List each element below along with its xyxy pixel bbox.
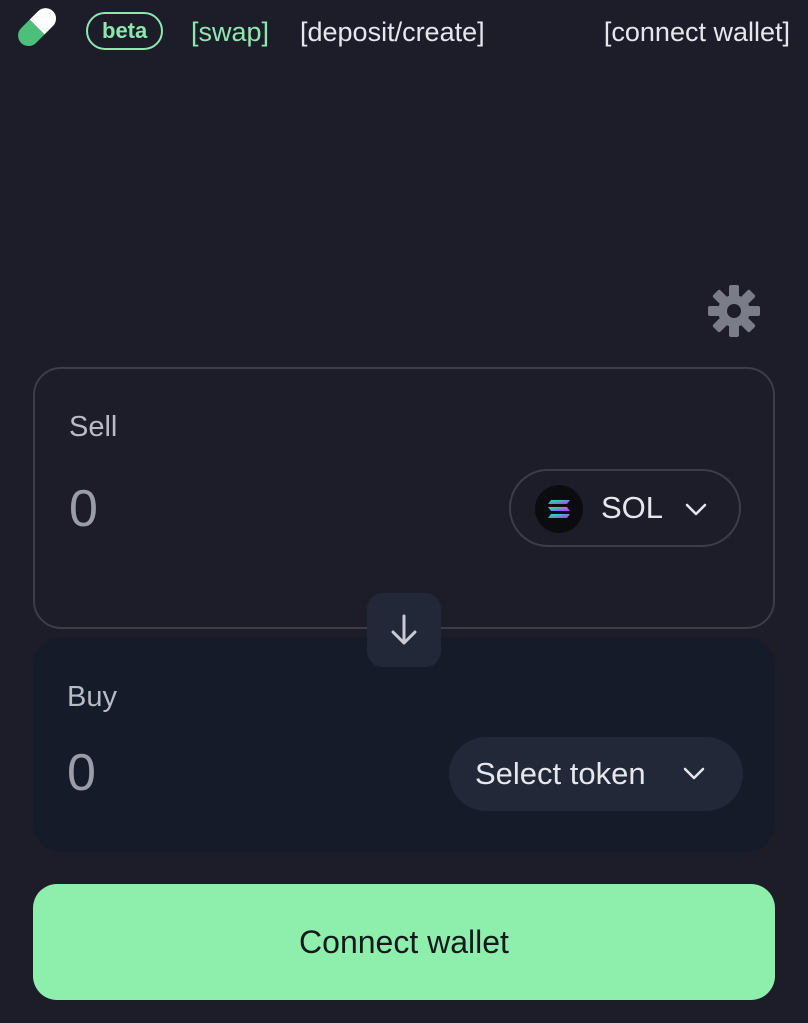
chevron-down-icon: [683, 767, 705, 780]
buy-token-select[interactable]: Select token: [449, 737, 743, 811]
sell-amount-input[interactable]: [69, 477, 399, 541]
sell-card: Sell SOL: [33, 367, 775, 629]
sell-token-select[interactable]: SOL: [509, 469, 741, 547]
buy-label: Buy: [67, 681, 117, 713]
settings-button[interactable]: [706, 283, 762, 339]
chevron-down-icon: [685, 503, 707, 516]
swap-direction-button[interactable]: [367, 593, 441, 667]
pill-logo-icon[interactable]: [16, 6, 68, 58]
beta-badge: beta: [86, 12, 164, 50]
buy-amount-input[interactable]: [67, 741, 397, 805]
nav-connect-wallet-link[interactable]: [connect wallet]: [604, 14, 790, 50]
sell-label: Sell: [69, 411, 118, 443]
buy-card: Buy Select token: [33, 637, 775, 852]
nav-swap-link[interactable]: [swap]: [191, 14, 269, 50]
sell-token-symbol: SOL: [601, 490, 664, 525]
connect-wallet-button[interactable]: Connect wallet: [33, 884, 775, 1000]
select-token-label: Select token: [475, 756, 646, 791]
top-nav: beta [swap] [deposit/create] [connect wa…: [0, 0, 808, 64]
nav-deposit-create-link[interactable]: [deposit/create]: [300, 14, 485, 50]
solana-logo-icon: [535, 485, 583, 533]
arrow-down-icon: [391, 614, 417, 645]
gear-icon: [708, 285, 760, 337]
